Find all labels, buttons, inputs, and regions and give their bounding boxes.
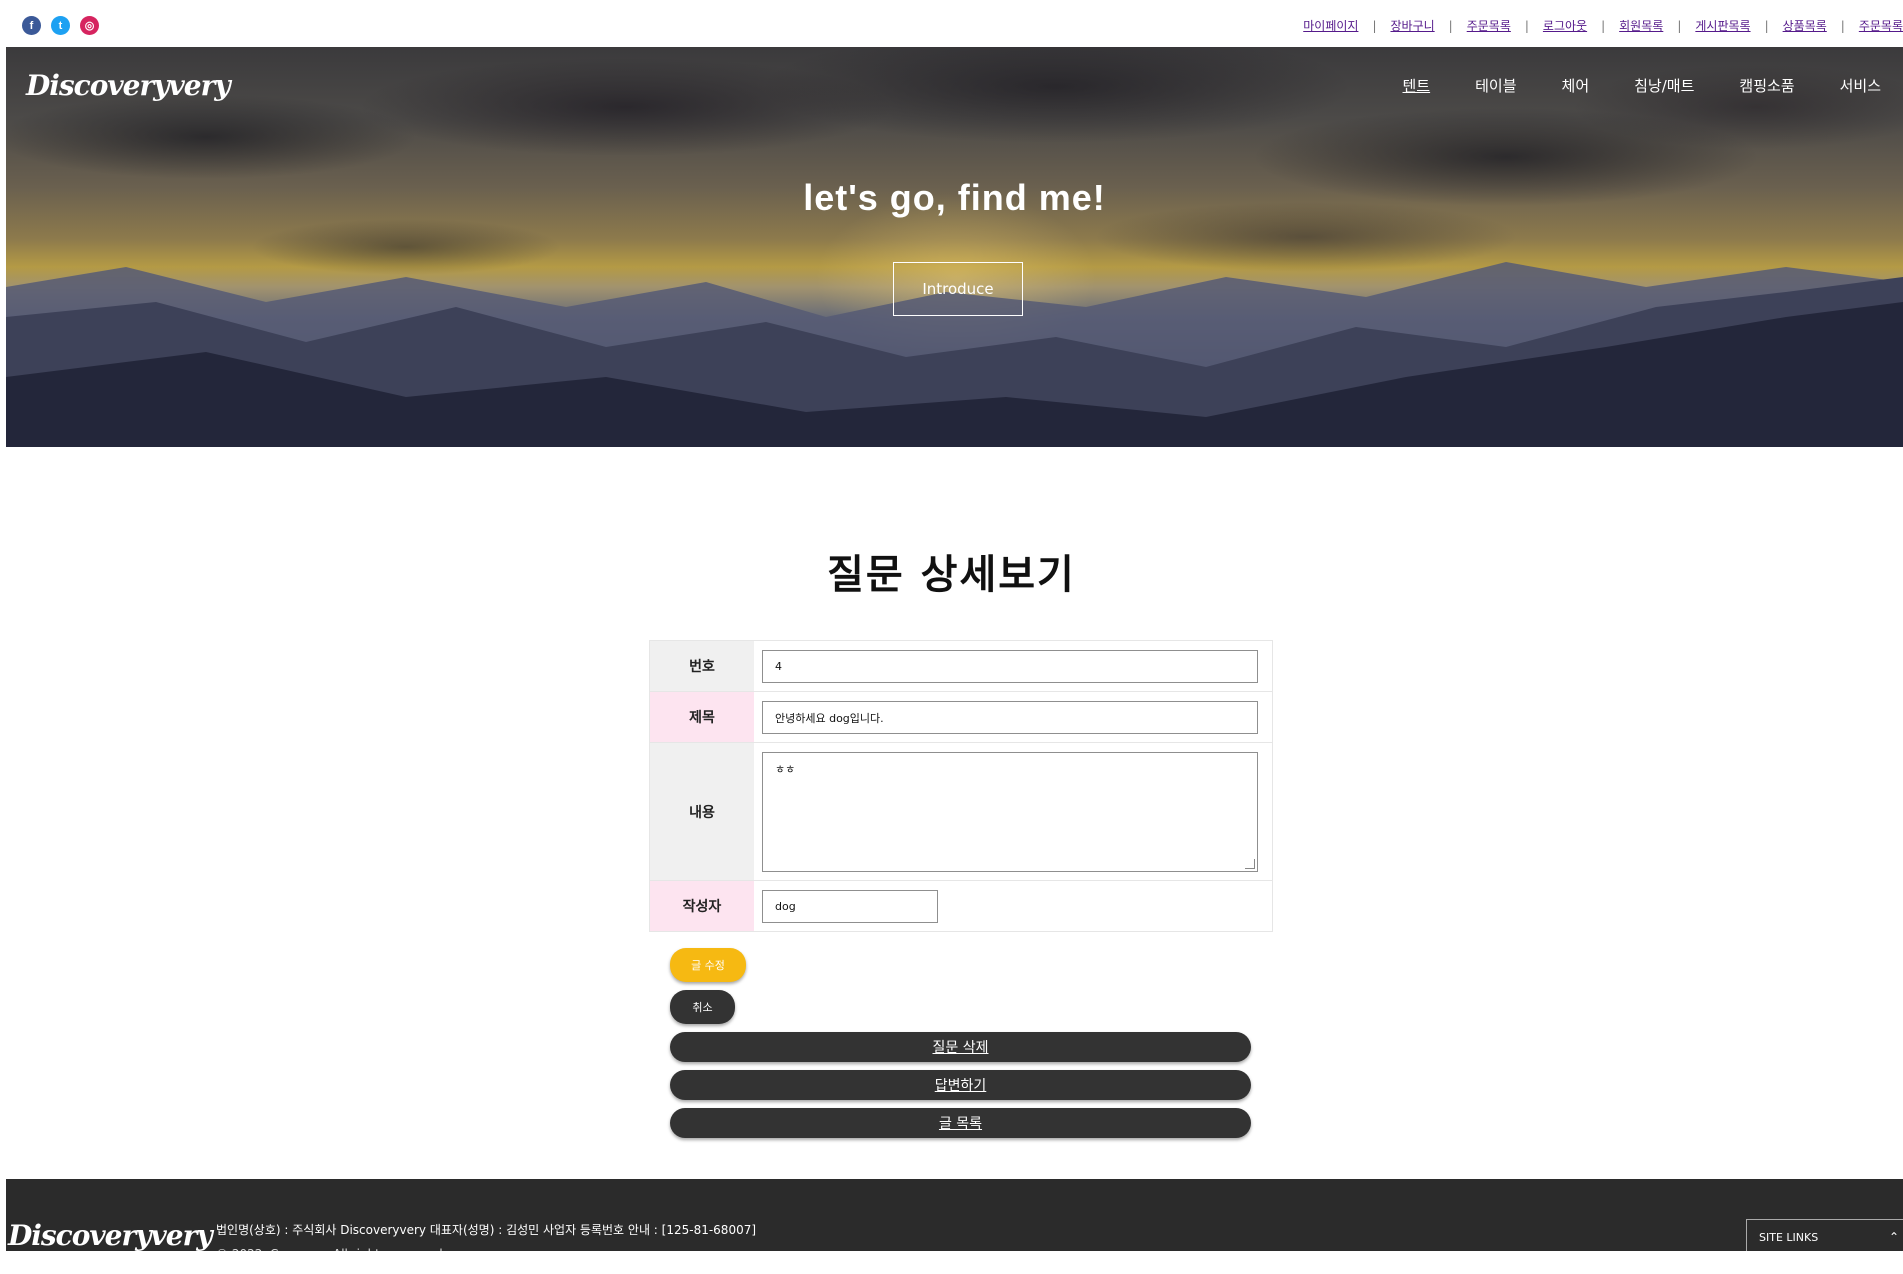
author-label: 작성자 <box>650 881 754 931</box>
twitter-icon[interactable]: t <box>51 16 70 35</box>
row-author: 작성자 dog <box>650 881 1272 931</box>
page-title: 질문 상세보기 <box>827 552 1076 598</box>
number-label: 번호 <box>650 641 754 691</box>
chevron-up-icon: ⌃ <box>1888 1230 1899 1244</box>
edit-button[interactable]: 글 수정 <box>670 948 746 982</box>
nav-item-service[interactable]: 서비스 <box>1840 75 1881 96</box>
title-label: 제목 <box>650 692 754 742</box>
row-number: 번호 4 <box>650 641 1272 692</box>
footer-logo[interactable]: Discoveryvery <box>8 1219 213 1252</box>
page-bottom-edge <box>0 1251 1903 1274</box>
social-links: f t ◎ <box>22 16 99 35</box>
introduce-button[interactable]: Introduce <box>893 262 1023 316</box>
reply-button[interactable]: 답변하기 <box>670 1070 1251 1100</box>
cancel-button[interactable]: 취소 <box>670 990 735 1024</box>
nav-item-tent[interactable]: 텐트 <box>1403 75 1431 96</box>
site-links-dropdown[interactable]: SITE LINKS ⌃ <box>1746 1219 1903 1255</box>
list-button[interactable]: 글 목록 <box>670 1108 1251 1138</box>
content-textarea[interactable]: ㅎㅎ <box>762 752 1258 872</box>
link-order-list[interactable]: 주문목록 <box>1859 17 1903 34</box>
link-members[interactable]: 회원목록 <box>1619 17 1663 34</box>
link-mypage[interactable]: 마이페이지 <box>1303 17 1358 34</box>
link-logout[interactable]: 로그아웃 <box>1543 17 1587 34</box>
link-products[interactable]: 상품목록 <box>1783 17 1827 34</box>
main-nav: 텐트 테이블 체어 침낭/매트 캠핑소품 서비스 <box>1403 75 1882 96</box>
site-links-label: SITE LINKS <box>1759 1230 1819 1244</box>
hero-title: let's go, find me! <box>803 177 1106 218</box>
link-cart[interactable]: 장바구니 <box>1390 17 1434 34</box>
content-text: ㅎㅎ <box>775 763 796 776</box>
company-info: 법인명(상호) : 주식회사 Discoveryvery 대표자(성명) : 김… <box>216 1223 757 1237</box>
utility-links: 마이페이지 | 장바구니 | 주문목록 | 로그아웃 | 회원목록 | 게시판목록 | 상품… <box>1303 17 1903 34</box>
link-orders[interactable]: 주문목록 <box>1467 17 1511 34</box>
brand-logo[interactable]: Discoveryvery <box>26 69 231 102</box>
title-field[interactable]: 안녕하세요 dog입니다. <box>762 701 1258 734</box>
link-boards[interactable]: 게시판목록 <box>1695 17 1750 34</box>
nav-item-sleeping[interactable]: 침낭/매트 <box>1634 75 1694 96</box>
row-content: 내용 ㅎㅎ <box>650 743 1272 881</box>
instagram-icon[interactable]: ◎ <box>80 16 99 35</box>
author-field[interactable]: dog <box>762 890 938 923</box>
nav-item-goods[interactable]: 캠핑소품 <box>1739 75 1794 96</box>
question-detail-form: 번호 4 제목 안녕하세요 dog입니다. 내용 ㅎㅎ 작성자 dog <box>649 640 1273 932</box>
top-bar: f t ◎ 마이페이지 | 장바구니 | 주문목록 | 로그아웃 | 회원목록 | 게시판… <box>0 0 1903 47</box>
facebook-icon[interactable]: f <box>22 16 41 35</box>
hero-banner: Discoveryvery 텐트 테이블 체어 침낭/매트 캠핑소품 서비스 l… <box>6 47 1903 447</box>
row-title: 제목 안녕하세요 dog입니다. <box>650 692 1272 743</box>
resize-grip-icon[interactable] <box>1245 859 1255 869</box>
delete-question-button[interactable]: 질문 삭제 <box>670 1032 1251 1062</box>
nav-item-chair[interactable]: 체어 <box>1562 75 1590 96</box>
content-label: 내용 <box>650 743 754 880</box>
nav-item-table[interactable]: 테이블 <box>1475 75 1516 96</box>
number-field[interactable]: 4 <box>762 650 1258 683</box>
